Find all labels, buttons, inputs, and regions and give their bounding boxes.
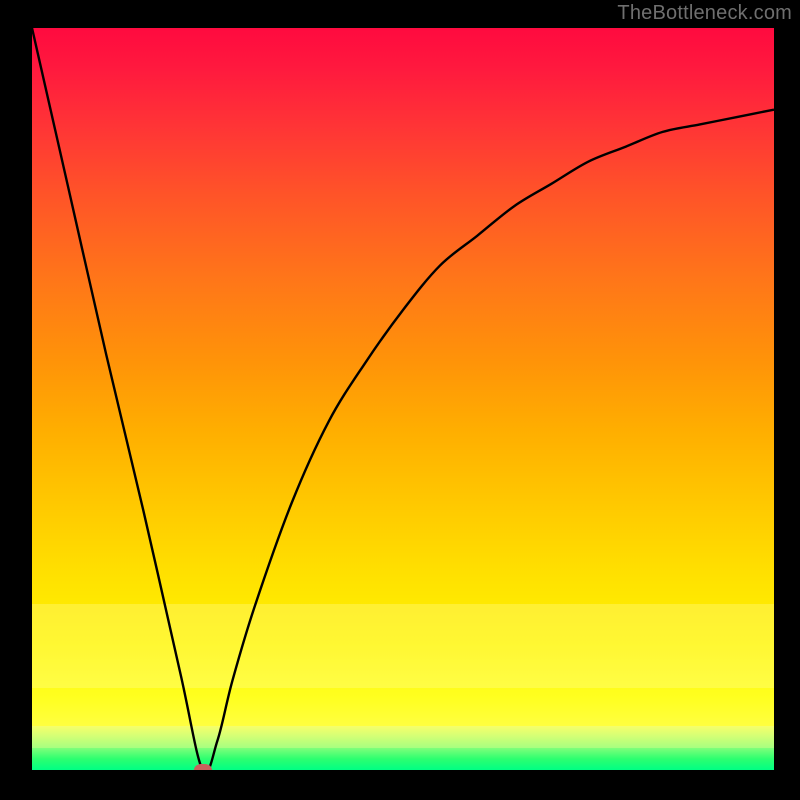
watermark-text: TheBottleneck.com [617, 2, 792, 25]
plot-area [32, 28, 774, 770]
chart-frame: TheBottleneck.com [0, 0, 800, 800]
bottleneck-curve [32, 28, 774, 770]
optimal-point-marker [194, 764, 212, 770]
curve-path [32, 28, 774, 770]
